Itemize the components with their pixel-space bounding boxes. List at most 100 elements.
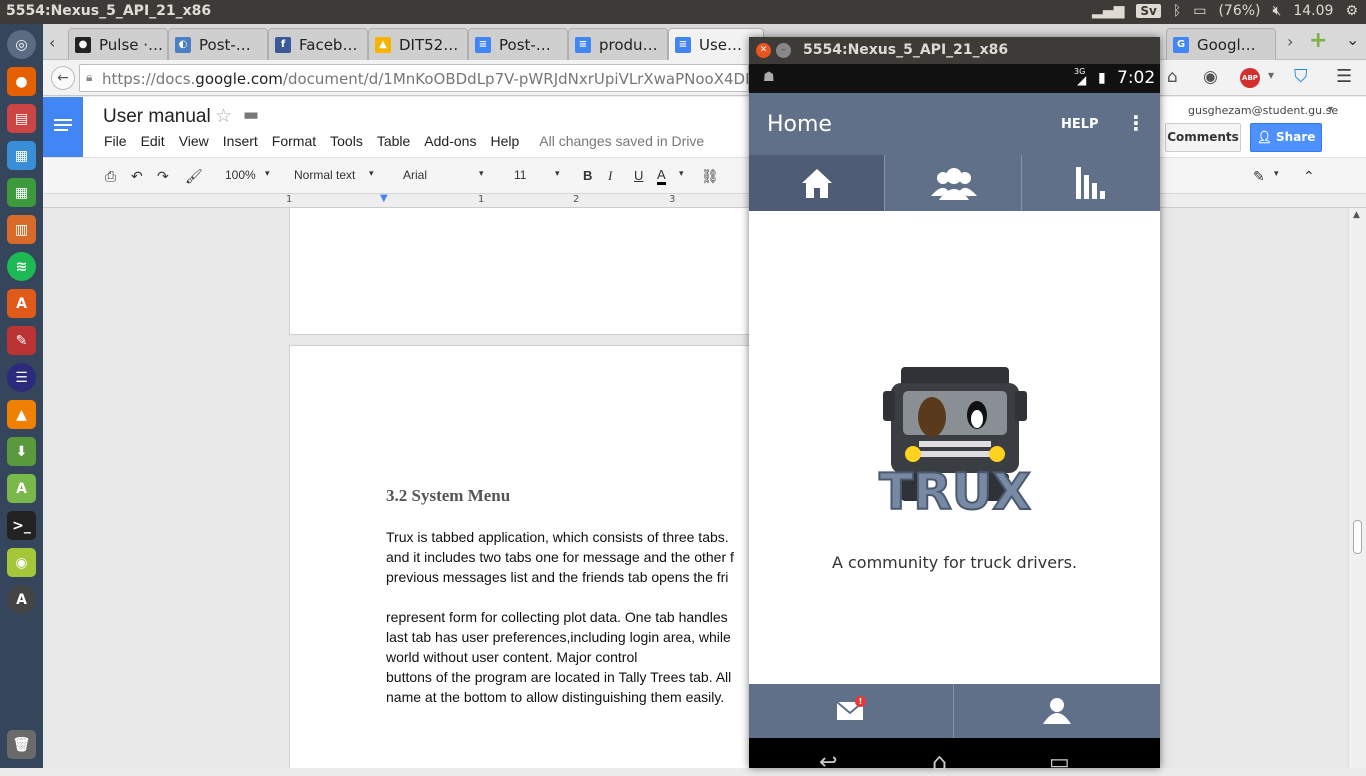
star-icon[interactable]: ☆ [215, 105, 232, 127]
recents-icon[interactable]: ▭ [1049, 750, 1070, 775]
account-email[interactable]: gusghezam@student.gu.se [1188, 104, 1338, 117]
bold-icon[interactable]: B [583, 168, 592, 183]
document-scrollbar[interactable]: ▲ [1348, 208, 1366, 768]
menu-tools[interactable]: Tools [330, 133, 363, 149]
document-title[interactable]: User manual [103, 106, 211, 128]
redo-icon[interactable]: ↷ [157, 168, 169, 185]
share-button[interactable]: 👤︎ Share [1250, 123, 1322, 152]
dash-icon[interactable]: ◎ [7, 30, 36, 59]
chevron-down-icon[interactable]: ⌄ [1346, 30, 1359, 49]
plus-icon[interactable]: + [1309, 28, 1327, 53]
battery-percent[interactable]: (76%) [1218, 3, 1260, 19]
vlc-icon[interactable]: ▲ [7, 400, 36, 429]
calc-icon[interactable]: ▦ [7, 178, 36, 207]
tab-home[interactable] [749, 155, 885, 211]
chevron-down-icon[interactable]: ▾ [1268, 68, 1274, 82]
tab-post-1[interactable]: ◐ Post-… [168, 28, 268, 60]
volume-icon[interactable]: 🔇︎ [1273, 3, 1282, 19]
signal-icon[interactable]: ▂▄▆ [1092, 3, 1124, 19]
terminal-icon[interactable]: >_ [7, 511, 36, 540]
updater-icon[interactable]: A [7, 585, 36, 614]
undo-icon[interactable]: ↶ [131, 168, 143, 185]
menu-insert[interactable]: Insert [223, 133, 258, 149]
keyboard-layout[interactable]: Sv [1136, 4, 1161, 18]
bluetooth-icon[interactable]: ᛒ [1173, 3, 1181, 19]
scroll-thumb[interactable] [1353, 520, 1362, 554]
back-icon[interactable]: ↩ [819, 750, 837, 775]
impress-icon[interactable]: ▥ [7, 215, 36, 244]
overflow-menu-icon[interactable]: ⋮ [1126, 111, 1146, 135]
app-tab-bar [749, 155, 1160, 211]
print-icon[interactable]: ⎙ [105, 168, 116, 185]
text-color-icon[interactable]: A [657, 168, 666, 185]
spotify-icon[interactable]: ≋ [7, 252, 36, 281]
tab-google[interactable]: G Googl… [1166, 28, 1276, 60]
chevron-left-icon[interactable]: ‹ [49, 33, 55, 52]
indent-marker-icon[interactable]: ▼ [380, 193, 388, 204]
clock[interactable]: 14.09 [1293, 3, 1333, 19]
shield-icon[interactable]: ⛉ [1294, 66, 1308, 87]
pencil-icon[interactable]: ✎ [1253, 168, 1265, 185]
italic-icon[interactable]: I [608, 168, 612, 184]
downloads-icon[interactable]: ⬇ [7, 437, 36, 466]
chevron-right-icon[interactable]: › [1287, 32, 1293, 51]
chevron-down-icon[interactable]: ▾ [479, 168, 484, 179]
underline-icon[interactable]: U [634, 168, 643, 183]
menu-help[interactable]: Help [490, 133, 519, 149]
tab-stats[interactable] [1023, 155, 1159, 211]
chevron-down-icon[interactable]: ▾ [265, 168, 270, 179]
zoom-select[interactable]: 100% [225, 168, 256, 182]
back-icon[interactable]: ← [51, 66, 75, 90]
size-select[interactable]: 11 [514, 168, 526, 182]
tab-drive[interactable]: ▲ DIT52… [368, 28, 468, 60]
files-icon[interactable]: ▤ [7, 104, 36, 133]
firefox-icon[interactable]: ● [7, 67, 36, 96]
style-select[interactable]: Normal text [294, 168, 355, 182]
chevron-down-icon[interactable]: ▾ [679, 168, 684, 179]
chevron-down-icon[interactable]: ▾ [1328, 104, 1333, 115]
help-button[interactable]: HELP [1061, 117, 1099, 132]
tab-facebook[interactable]: f Faceb… [268, 28, 368, 60]
url-input[interactable]: 🔒︎ https://docs.google.com/document/d/1M… [79, 64, 749, 92]
comments-button[interactable]: Comments [1165, 123, 1241, 152]
folder-icon[interactable]: ▬ [243, 105, 259, 125]
eclipse-icon[interactable]: ☰ [7, 363, 36, 392]
save-status[interactable]: All changes saved in Drive [539, 133, 704, 149]
menu-addons[interactable]: Add-ons [424, 133, 476, 149]
trash-icon[interactable]: 🗑︎ [7, 730, 36, 759]
menu-file[interactable]: File [104, 133, 127, 149]
adblock-icon[interactable]: ABP [1240, 68, 1260, 88]
menu-icon[interactable]: ☰ [1336, 66, 1352, 87]
profile-button[interactable] [955, 684, 1160, 738]
writer-icon[interactable]: ▦ [7, 141, 36, 170]
menu-edit[interactable]: Edit [141, 133, 165, 149]
tab-produ[interactable]: ≡ produ… [568, 28, 668, 60]
menu-format[interactable]: Format [272, 133, 316, 149]
menu-view[interactable]: View [179, 133, 209, 149]
close-icon[interactable]: ✕ [756, 43, 771, 58]
tab-friends[interactable] [886, 155, 1022, 211]
chevron-down-icon[interactable]: ▾ [369, 168, 374, 179]
paint-format-icon[interactable]: 🖌︎ [185, 168, 203, 185]
gear-icon[interactable]: ⚙ [1345, 3, 1358, 19]
tab-post-2[interactable]: ≡ Post-… [468, 28, 568, 60]
chat-icon[interactable]: ◉ [1203, 67, 1218, 87]
minimize-icon[interactable]: – [776, 43, 791, 58]
home-icon[interactable]: ⌂ [1167, 67, 1178, 87]
chevron-up-icon[interactable]: ▲ [1353, 210, 1360, 220]
software-center-icon[interactable]: A [7, 289, 36, 318]
chevron-down-icon[interactable]: ▾ [555, 168, 560, 179]
android-emulator-icon[interactable]: ◉ [7, 548, 36, 577]
tab-pulse[interactable]: ● Pulse ·… [68, 28, 168, 60]
battery-icon[interactable]: ▭ [1193, 3, 1206, 19]
font-select[interactable]: Arial [403, 168, 427, 182]
settings-tools-icon[interactable]: ✎ [7, 326, 36, 355]
docs-home-icon[interactable] [43, 97, 83, 157]
menu-table[interactable]: Table [377, 133, 410, 149]
collapse-icon[interactable]: ⌃ [1303, 168, 1315, 185]
home-icon[interactable]: ⌂ [932, 748, 947, 776]
chevron-down-icon[interactable]: ▾ [1274, 168, 1279, 179]
messages-button[interactable]: ! [749, 684, 954, 738]
link-icon[interactable]: ⛓︎ [701, 168, 719, 185]
android-studio-icon[interactable]: A [7, 474, 36, 503]
